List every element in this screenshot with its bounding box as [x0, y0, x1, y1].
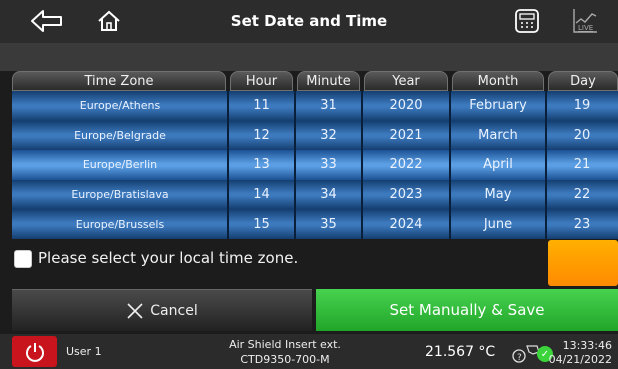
set-manually-save-button[interactable]: Set Manually & Save [316, 289, 618, 331]
picker-item[interactable]: 2023 [362, 179, 450, 210]
live-chart-icon: LIVE [573, 9, 597, 33]
local-timezone-label: Please select your local time zone. [38, 249, 299, 267]
user-name: User 1 [66, 345, 102, 358]
picker-item[interactable]: June [450, 209, 546, 239]
picker-item[interactable]: 35 [295, 209, 362, 239]
day-picker[interactable]: 19 20 21 22 23 [546, 91, 618, 239]
picker-item[interactable]: 15 [228, 209, 295, 239]
picker-item[interactable]: April [450, 150, 546, 180]
sub-bar [0, 43, 618, 71]
svg-text:?: ? [517, 353, 522, 363]
picker-item[interactable]: 2022 [362, 150, 450, 180]
power-icon [25, 342, 44, 362]
device-name: Air Shield Insert ext. [229, 338, 341, 351]
picker-item[interactable]: 21 [546, 150, 618, 180]
picker-item[interactable]: 13 [228, 150, 295, 180]
timezone-picker[interactable]: Europe/Athens Europe/Belgrade Europe/Berli… [12, 91, 228, 239]
clock: 13:33:46 04/21/2022 [549, 339, 612, 367]
column-divider [294, 91, 296, 239]
picker-item[interactable]: Europe/Athens [12, 91, 228, 121]
close-icon [127, 302, 143, 319]
cancel-button[interactable]: Cancel [12, 289, 312, 331]
month-picker[interactable]: February March April May June [450, 91, 546, 239]
header-year: Year [364, 71, 448, 91]
live-button[interactable]: LIVE [568, 6, 602, 36]
picker-item[interactable]: Europe/Bratislava [12, 179, 228, 210]
picker-item[interactable]: 32 [295, 120, 362, 151]
column-divider [449, 91, 451, 239]
clock-date: 04/21/2022 [548, 353, 612, 366]
column-divider [227, 91, 229, 239]
picker-item[interactable]: Europe/Brussels [12, 209, 228, 239]
top-bar: Set Date and Time LIVE [0, 0, 618, 43]
save-label: Set Manually & Save [389, 301, 545, 319]
header-hour: Hour [230, 71, 293, 91]
picker-item[interactable]: 2020 [362, 91, 450, 121]
picker-item[interactable]: 12 [228, 120, 295, 151]
picker-item[interactable]: Europe/Belgrade [12, 120, 228, 151]
header-day: Day [548, 71, 618, 91]
status-bar: User 1 Air Shield Insert ext. CTD9350-70… [0, 334, 618, 369]
live-label: LIVE [578, 24, 593, 32]
picker-item[interactable]: 2021 [362, 120, 450, 151]
column-divider [545, 91, 547, 239]
orange-indicator-button[interactable] [548, 240, 618, 286]
picker-item[interactable]: 20 [546, 120, 618, 151]
year-picker[interactable]: 2020 2021 2022 2023 2024 [362, 91, 450, 239]
device-model: CTD9350-700-M [240, 353, 330, 366]
header-month: Month [452, 71, 544, 91]
hour-picker[interactable]: 11 12 13 14 15 [228, 91, 295, 239]
picker-item[interactable]: March [450, 120, 546, 151]
picker-item[interactable]: 22 [546, 179, 618, 210]
minute-picker[interactable]: 31 32 33 34 35 [295, 91, 362, 239]
picker-item[interactable]: 2024 [362, 209, 450, 239]
local-timezone-checkbox[interactable] [14, 250, 32, 268]
clock-time: 13:33:46 [562, 339, 612, 352]
picker-item[interactable]: 34 [295, 179, 362, 210]
column-divider [361, 91, 363, 239]
picker-item[interactable]: 14 [228, 179, 295, 210]
header-minute: Minute [297, 71, 360, 91]
picker-item[interactable]: 33 [295, 150, 362, 180]
calculator-icon [515, 9, 539, 33]
picker-item[interactable]: Europe/Berlin [12, 150, 228, 180]
cancel-label: Cancel [150, 302, 198, 319]
picker-item[interactable]: 19 [546, 91, 618, 121]
temperature-readout: 21.567 °C [425, 344, 496, 360]
header-timezone: Time Zone [12, 71, 226, 91]
power-button[interactable] [12, 336, 57, 367]
picker-item[interactable]: 31 [295, 91, 362, 121]
picker-item[interactable]: 11 [228, 91, 295, 121]
calculator-button[interactable] [510, 6, 544, 36]
picker-item[interactable]: February [450, 91, 546, 121]
picker-item[interactable]: May [450, 179, 546, 210]
picker-item[interactable]: 23 [546, 209, 618, 239]
